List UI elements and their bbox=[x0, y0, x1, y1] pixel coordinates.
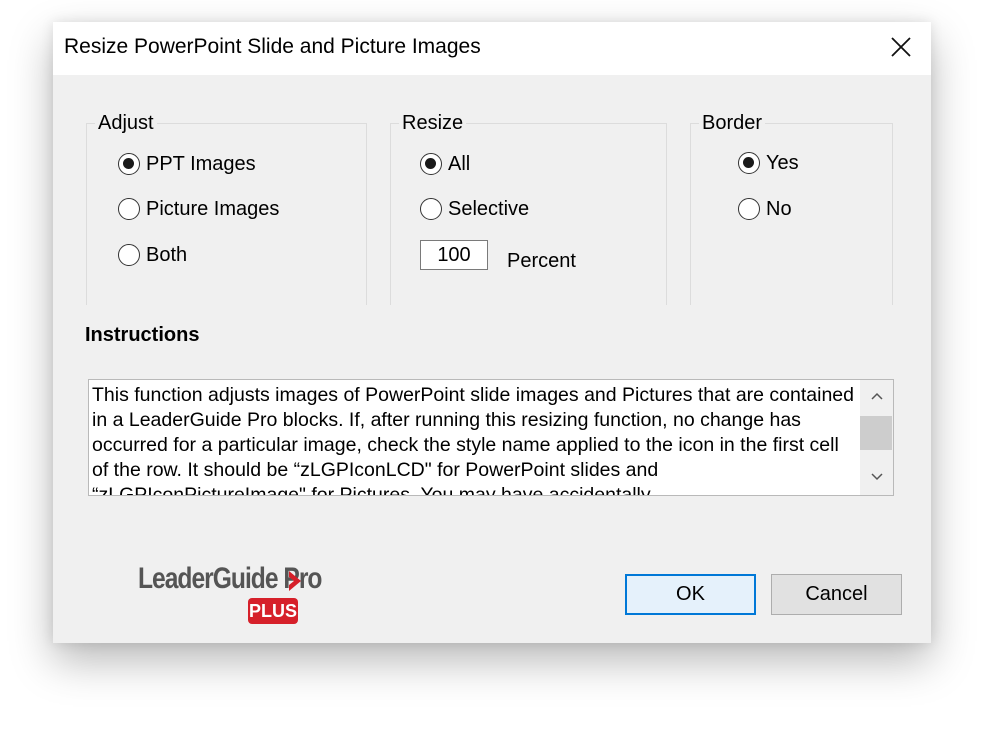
resize-selective-radio[interactable]: Selective bbox=[420, 195, 529, 223]
radio-unselected-icon bbox=[738, 198, 760, 220]
percent-input[interactable]: 100 bbox=[420, 240, 488, 270]
border-no-radio[interactable]: No bbox=[738, 195, 792, 223]
radio-selected-icon bbox=[118, 153, 140, 175]
close-icon bbox=[891, 37, 911, 57]
instructions-heading: Instructions bbox=[85, 324, 200, 346]
leaderguide-pro-plus-logo: LeaderGuide Pro PLUS bbox=[138, 562, 322, 626]
adjust-picture-images-radio[interactable]: Picture Images bbox=[118, 195, 279, 223]
radio-label: Selective bbox=[448, 197, 530, 220]
scroll-up-button[interactable] bbox=[860, 380, 893, 414]
radio-label: Both bbox=[146, 243, 188, 266]
cancel-button[interactable]: Cancel bbox=[771, 574, 902, 615]
border-yes-radio[interactable]: Yes bbox=[738, 149, 799, 177]
instructions-textbox[interactable]: This function adjusts images of PowerPoi… bbox=[88, 379, 894, 496]
dialog-title: Resize PowerPoint Slide and Picture Imag… bbox=[64, 35, 481, 58]
radio-unselected-icon bbox=[118, 244, 140, 266]
resize-legend: Resize bbox=[399, 112, 467, 135]
logo-chevron-icon bbox=[289, 571, 301, 591]
border-legend: Border bbox=[699, 112, 766, 135]
resize-group: Resize All Selective 100 Percent bbox=[390, 112, 667, 305]
radio-label: No bbox=[766, 197, 792, 220]
radio-label: PPT Images bbox=[146, 152, 256, 175]
adjust-both-radio[interactable]: Both bbox=[118, 241, 187, 269]
close-button[interactable] bbox=[871, 22, 931, 75]
radio-label: Picture Images bbox=[146, 197, 280, 220]
radio-label: Yes bbox=[766, 151, 799, 174]
adjust-group: Adjust PPT Images Picture Images Both bbox=[86, 112, 367, 305]
percent-label: Percent bbox=[507, 250, 576, 272]
resize-all-radio[interactable]: All bbox=[420, 150, 470, 178]
scroll-thumb[interactable] bbox=[860, 416, 892, 450]
chevron-up-icon bbox=[871, 392, 883, 400]
chevron-down-icon bbox=[871, 473, 883, 481]
resize-dialog: Resize PowerPoint Slide and Picture Imag… bbox=[53, 22, 931, 643]
radio-selected-icon bbox=[738, 152, 760, 174]
radio-label: All bbox=[448, 152, 471, 175]
border-group: Border Yes No bbox=[690, 112, 893, 305]
radio-unselected-icon bbox=[420, 198, 442, 220]
logo-plus-badge: PLUS bbox=[248, 598, 298, 624]
instructions-scrollbar[interactable] bbox=[860, 380, 893, 495]
radio-selected-icon bbox=[420, 153, 442, 175]
ok-button[interactable]: OK bbox=[625, 574, 756, 615]
scroll-down-button[interactable] bbox=[860, 461, 893, 495]
adjust-ppt-images-radio[interactable]: PPT Images bbox=[118, 150, 256, 178]
adjust-legend: Adjust bbox=[95, 112, 157, 135]
instructions-text: This function adjusts images of PowerPoi… bbox=[92, 384, 854, 496]
title-bar: Resize PowerPoint Slide and Picture Imag… bbox=[53, 22, 931, 75]
radio-unselected-icon bbox=[118, 198, 140, 220]
